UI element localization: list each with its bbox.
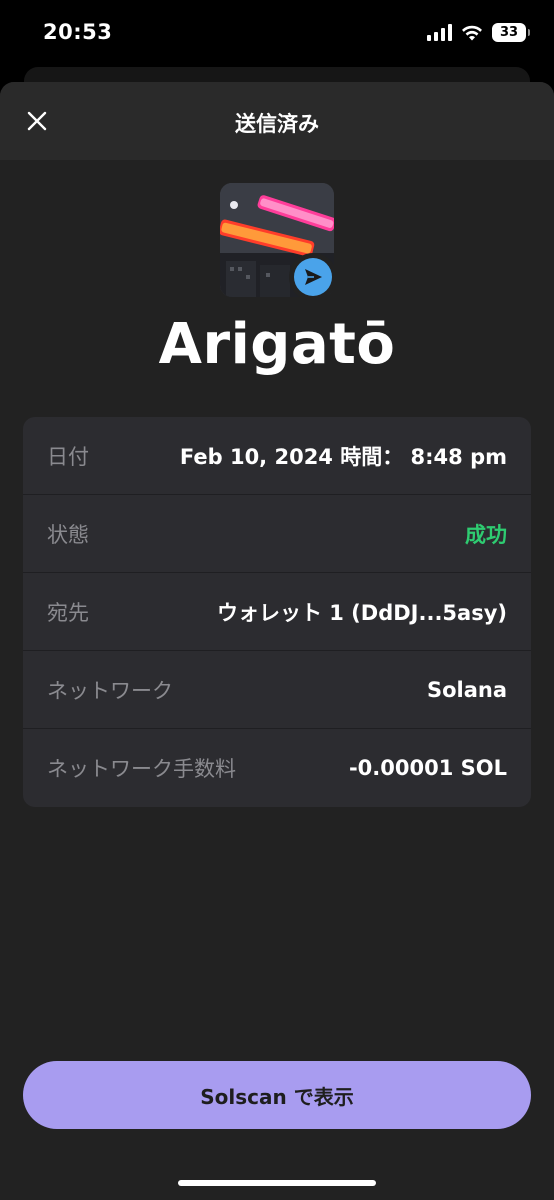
send-badge-fill: [294, 258, 332, 296]
network-fee-value: -0.00001 SOL: [348, 756, 507, 780]
screen: 20:53 33 送信済み Arigatō 日付 Feb 10, 2024 時間…: [0, 0, 554, 1200]
status-time: 20:53: [43, 20, 113, 44]
cellular-signal-icon: [427, 24, 452, 41]
sheet-title: 送信済み: [235, 112, 319, 136]
network-fee-label: ネットワーク手数料: [47, 757, 236, 781]
network-value: Solana: [426, 677, 507, 702]
view-on-solscan-button[interactable]: Solscan で表示: [23, 1061, 531, 1129]
recipient-value: ウォレット 1 (DdDJ...5asy): [216, 600, 507, 625]
status-label: 状態: [47, 522, 89, 547]
detail-row-network-fee: ネットワーク手数料 -0.00001 SOL: [23, 729, 531, 807]
status-icons: 33: [427, 23, 530, 42]
wifi-icon: [462, 25, 482, 40]
detail-row-status: 状態 成功: [23, 495, 531, 573]
network-label: ネットワーク: [47, 678, 173, 703]
home-indicator: [178, 1180, 376, 1186]
detail-row-network: ネットワーク Solana: [23, 651, 531, 729]
recipient-label: 宛先: [47, 600, 89, 625]
detail-row-date: 日付 Feb 10, 2024 時間： 8:48 pm: [23, 417, 531, 495]
token-name: Arigatō: [158, 312, 396, 377]
send-badge: [289, 253, 337, 301]
status-bar: 20:53 33: [0, 0, 554, 64]
sheet-header: 送信済み: [0, 82, 554, 160]
send-arrow-icon: [305, 269, 322, 285]
status-value: 成功: [465, 522, 507, 547]
date-value: Feb 10, 2024 時間： 8:48 pm: [179, 444, 507, 469]
date-label: 日付: [47, 444, 89, 469]
detail-row-recipient: 宛先 ウォレット 1 (DdDJ...5asy): [23, 573, 531, 651]
battery-icon: 33: [492, 23, 530, 42]
details-card: 日付 Feb 10, 2024 時間： 8:48 pm 状態 成功 宛先 ウォレ…: [23, 417, 531, 807]
